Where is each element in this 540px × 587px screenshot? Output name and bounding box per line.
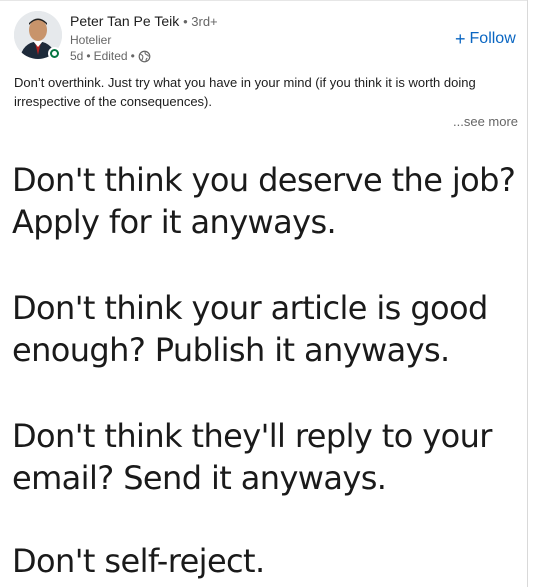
image-text-line: enough? Publish it anyways. (12, 331, 450, 369)
follow-label: Follow (469, 30, 516, 47)
globe-icon (138, 50, 151, 62)
post-meta: 5d • Edited • (70, 49, 151, 63)
post-text: Don’t overthink. Just try what you have … (14, 75, 476, 109)
author-name[interactable]: Peter Tan Pe Teik • 3rd+ (70, 13, 218, 29)
follow-button[interactable]: + Follow (455, 28, 516, 50)
image-text-line: Don't think your article is good (12, 289, 488, 327)
meta-separator: • (130, 49, 135, 63)
author-name-text[interactable]: Peter Tan Pe Teik (70, 13, 179, 29)
image-text-line: email? Send it anyways. (12, 459, 387, 497)
connection-degree: • 3rd+ (183, 14, 218, 29)
divider (0, 0, 527, 1)
author-headline: Hotelier (70, 33, 112, 47)
see-more-link[interactable]: ...see more (453, 114, 518, 129)
image-text-line: Apply for it anyways. (12, 203, 337, 241)
image-text-line: Don't self-reject. (12, 542, 265, 580)
post-age: 5d (70, 49, 84, 63)
image-text-line: Don't think you deserve the job? (12, 161, 516, 199)
feed-post: Peter Tan Pe Teik • 3rd+ Hotelier 5d • E… (0, 0, 528, 587)
meta-separator: • (86, 49, 91, 63)
plus-icon: + (455, 29, 466, 49)
open-to-work-badge (48, 47, 61, 60)
image-text-line: Don't think they'll reply to your (12, 417, 492, 455)
edited-label: Edited (93, 49, 128, 63)
